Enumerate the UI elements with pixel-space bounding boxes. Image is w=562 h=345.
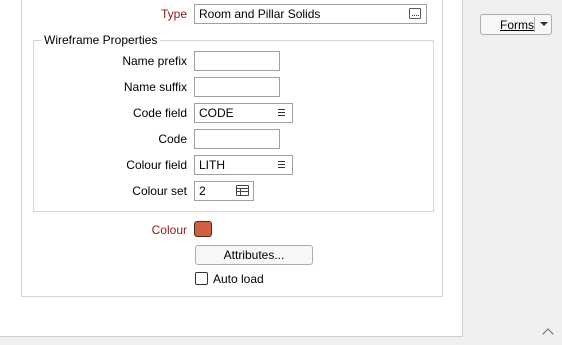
auto-load-label[interactable]: Auto load bbox=[213, 271, 264, 287]
forms-button[interactable]: Forms bbox=[480, 14, 552, 35]
list-icon[interactable] bbox=[278, 109, 285, 117]
colour-swatch[interactable] bbox=[194, 221, 212, 237]
name-suffix-input[interactable] bbox=[194, 77, 280, 97]
browse-icon[interactable] bbox=[409, 8, 421, 19]
code-input[interactable] bbox=[194, 129, 280, 149]
code-field-value: CODE bbox=[199, 106, 234, 120]
forms-button-label: Forms bbox=[500, 18, 534, 32]
code-field-label: Code field bbox=[132, 106, 187, 120]
button-divider bbox=[534, 17, 535, 32]
colour-set-label: Colour set bbox=[132, 184, 187, 198]
list-icon[interactable] bbox=[278, 161, 285, 169]
chevron-up-icon[interactable] bbox=[542, 328, 554, 340]
colour-set-value: 2 bbox=[199, 184, 206, 198]
chevron-down-icon[interactable] bbox=[540, 22, 548, 26]
name-prefix-label: Name prefix bbox=[122, 54, 187, 68]
type-field[interactable]: Room and Pillar Solids bbox=[194, 4, 427, 24]
browse-icon-dots bbox=[412, 15, 419, 16]
attributes-button[interactable]: Attributes... bbox=[195, 245, 313, 265]
name-suffix-label: Name suffix bbox=[123, 80, 187, 94]
colour-label: Colour bbox=[151, 223, 187, 237]
group-title: Wireframe Properties bbox=[41, 33, 161, 47]
name-prefix-input[interactable] bbox=[194, 51, 280, 71]
colour-field-label: Colour field bbox=[126, 158, 187, 172]
auto-load-checkbox[interactable] bbox=[195, 272, 208, 285]
type-value: Room and Pillar Solids bbox=[199, 7, 321, 21]
type-label: Type bbox=[160, 7, 187, 21]
table-icon[interactable] bbox=[236, 185, 249, 196]
code-label: Code bbox=[158, 132, 187, 146]
colour-field-value: LITH bbox=[199, 158, 226, 172]
